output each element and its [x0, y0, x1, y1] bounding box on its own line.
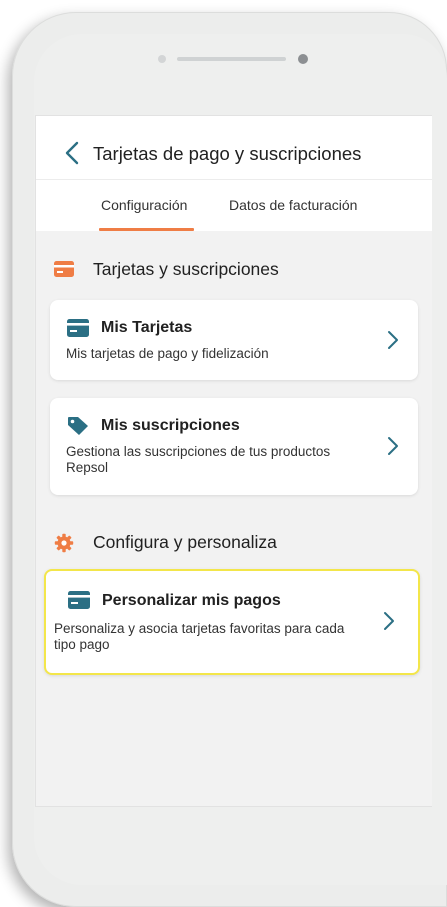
tab-datos-facturacion[interactable]: Datos de facturación	[229, 197, 357, 213]
card-personalizar-pagos[interactable]: Personalizar mis pagos Personaliza y aso…	[44, 569, 420, 675]
section-title-tarjetas: Tarjetas y suscripciones	[93, 259, 279, 279]
phone-speaker	[177, 57, 286, 61]
card-mis-suscripciones[interactable]: Mis suscripciones Gestiona las suscripci…	[50, 398, 418, 495]
card-description: Mis tarjetas de pago y fidelización	[66, 346, 269, 361]
tab-configuracion[interactable]: Configuración	[101, 197, 187, 213]
card-title: Mis Tarjetas	[101, 319, 193, 336]
chevron-right-icon	[388, 437, 398, 455]
chevron-left-icon	[65, 141, 79, 165]
credit-card-icon	[68, 591, 90, 609]
gear-icon	[54, 533, 74, 553]
page-title: Tarjetas de pago y suscripciones	[93, 143, 362, 164]
chevron-right-icon	[388, 331, 398, 349]
credit-card-icon	[54, 261, 74, 277]
app-header: Tarjetas de pago y suscripciones Configu…	[36, 116, 432, 231]
card-mis-tarjetas[interactable]: Mis Tarjetas Mis tarjetas de pago y fide…	[50, 300, 418, 380]
app-screen: Tarjetas de pago y suscripciones Configu…	[35, 115, 432, 807]
section-title-configura: Configura y personaliza	[93, 532, 277, 552]
proximity-sensor	[158, 55, 166, 63]
credit-card-icon	[67, 319, 89, 337]
chevron-right-icon	[384, 612, 394, 630]
card-description: Gestiona las suscripciones de tus produc…	[66, 444, 331, 475]
back-button[interactable]	[60, 141, 84, 165]
header-divider	[36, 179, 432, 180]
active-tab-indicator	[99, 228, 194, 231]
front-camera	[298, 54, 308, 64]
card-description: Personaliza y asocia tarjetas favoritas …	[54, 621, 345, 652]
card-title: Mis suscripciones	[101, 417, 240, 434]
card-title: Personalizar mis pagos	[102, 592, 281, 609]
tag-icon	[68, 417, 88, 435]
